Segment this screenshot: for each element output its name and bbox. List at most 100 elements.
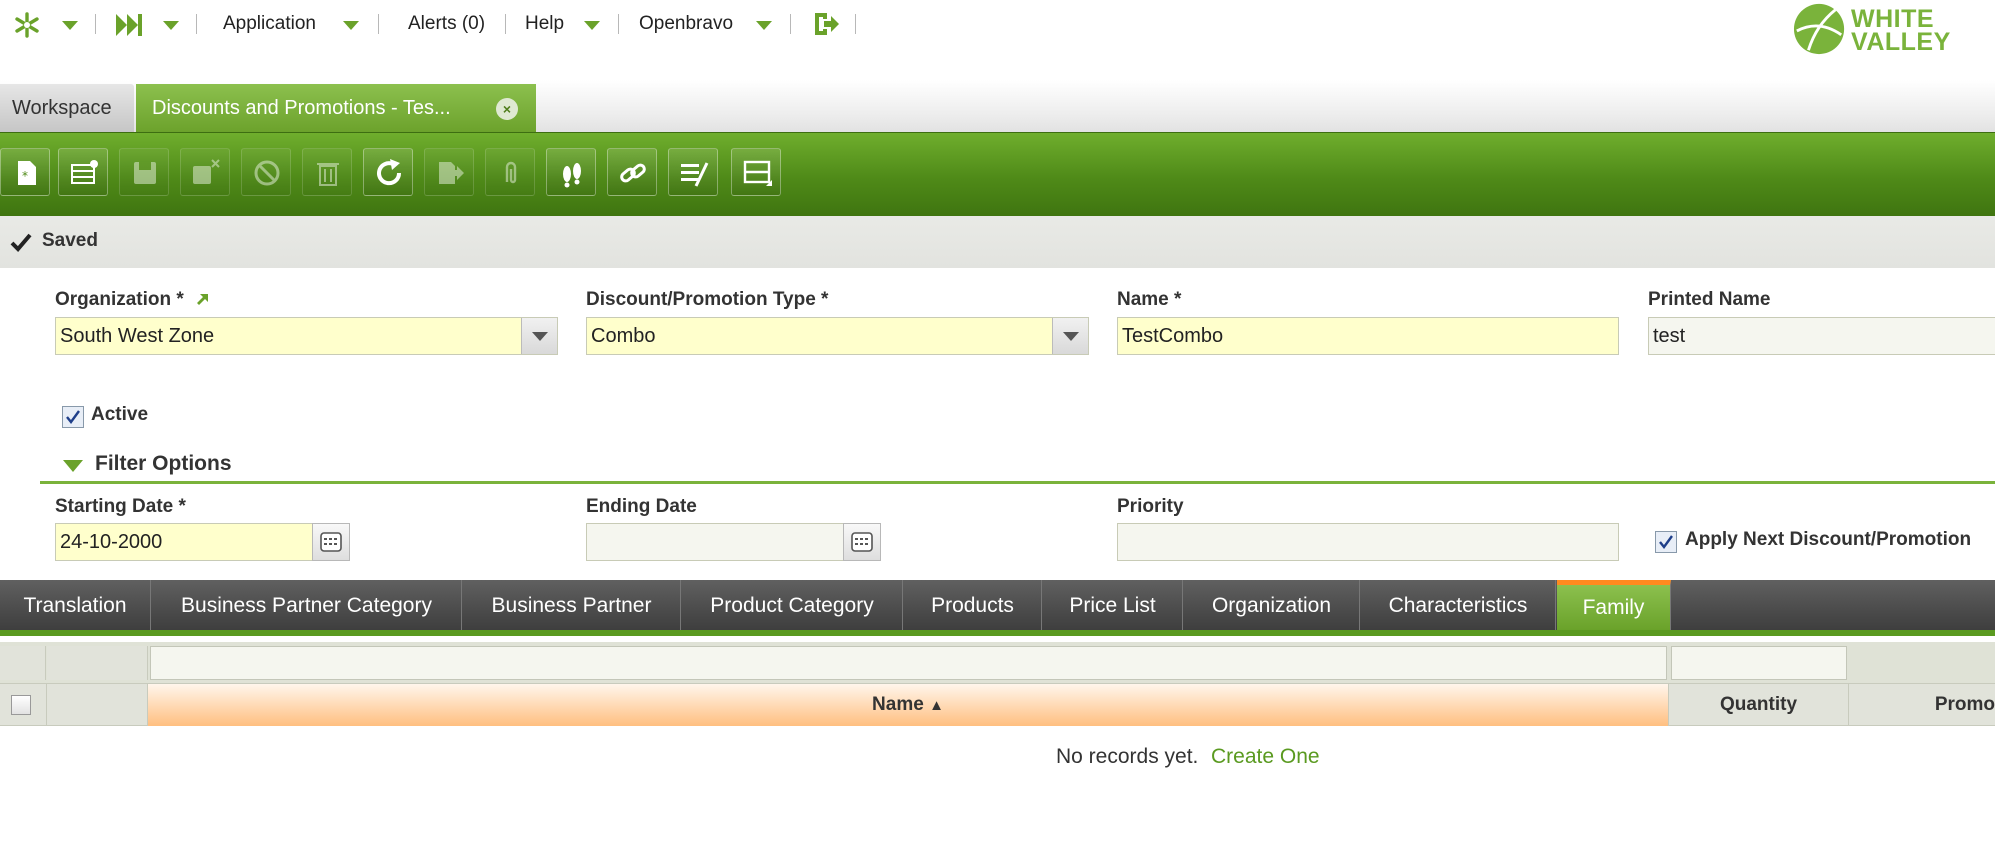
new-row-button[interactable] xyxy=(58,148,108,196)
organization-value: South West Zone xyxy=(60,325,215,347)
fast-forward-icon[interactable] xyxy=(114,12,144,38)
tab-price-list[interactable]: Price List xyxy=(1043,580,1183,630)
help-menu[interactable]: Help xyxy=(525,12,564,36)
filter-cell xyxy=(47,646,148,680)
help-dropdown-icon[interactable] xyxy=(584,21,600,30)
tab-workspace[interactable]: Workspace xyxy=(0,84,134,132)
user-menu[interactable]: Openbravo xyxy=(639,12,733,36)
user-dropdown-icon[interactable] xyxy=(756,21,772,30)
checkmark-icon xyxy=(10,231,32,253)
svg-text:*: * xyxy=(22,169,28,183)
separator xyxy=(855,14,856,34)
empty-grid-message: No records yet. xyxy=(1056,745,1199,768)
status-message: Saved xyxy=(42,230,98,251)
child-tab-bar: Translation Business Partner Category Bu… xyxy=(0,580,1995,636)
undo-button[interactable] xyxy=(241,148,291,196)
grid-filter-row xyxy=(0,642,1995,684)
new-row-icon xyxy=(71,160,98,184)
form-grid-toggle-button[interactable] xyxy=(731,148,781,196)
separator xyxy=(505,14,506,34)
tab-business-partner-category[interactable]: Business Partner Category xyxy=(152,580,462,630)
tab-organization[interactable]: Organization xyxy=(1184,580,1360,630)
refresh-button[interactable] xyxy=(363,148,413,196)
trash-icon xyxy=(317,163,339,186)
checkmark-icon xyxy=(66,410,80,424)
company-logo: WHITE VALLEY xyxy=(1793,2,1993,58)
new-document-button[interactable]: * xyxy=(0,148,50,196)
filter-cell xyxy=(0,646,46,680)
application-dropdown-icon[interactable] xyxy=(343,21,359,30)
promotion-type-label: Discount/Promotion Type * xyxy=(586,289,829,310)
filter-options-section-title[interactable]: Filter Options xyxy=(95,452,232,476)
link-icon xyxy=(620,163,646,183)
paperclip-icon xyxy=(505,161,517,184)
application-menu[interactable]: Application xyxy=(223,12,316,36)
window-tab-bar: Workspace Discounts and Promotions - Tes… xyxy=(0,80,1995,132)
tab-business-partner[interactable]: Business Partner xyxy=(463,580,681,630)
quantity-column-header[interactable]: Quantity xyxy=(1669,684,1849,726)
quantity-filter-input[interactable] xyxy=(1671,646,1847,680)
footprints-icon xyxy=(563,163,581,188)
alerts-link[interactable]: Alerts (0) xyxy=(408,12,485,36)
delete-button[interactable] xyxy=(302,148,352,196)
quick-launch-dropdown-icon[interactable] xyxy=(62,21,78,30)
save-close-icon xyxy=(193,159,220,184)
tab-product-category[interactable]: Product Category xyxy=(682,580,903,630)
select-all-checkbox[interactable] xyxy=(11,695,31,715)
organization-dropdown-icon[interactable] xyxy=(521,318,557,354)
printed-name-label: Printed Name xyxy=(1648,289,1771,310)
save-icon xyxy=(134,162,156,184)
logo-text: WHITE VALLEY xyxy=(1851,5,1951,56)
fast-forward-dropdown-icon[interactable] xyxy=(163,21,179,30)
message-bar: Saved xyxy=(0,216,1995,268)
quick-launch-icon[interactable] xyxy=(12,10,42,40)
separator xyxy=(378,14,379,34)
row-actions-column xyxy=(47,684,148,726)
separator xyxy=(618,14,619,34)
apply-next-checkbox[interactable] xyxy=(1655,531,1677,553)
sort-ascending-icon: ▲ xyxy=(929,697,944,714)
tab-characteristics[interactable]: Characteristics xyxy=(1361,580,1556,630)
ending-date-label: Ending Date xyxy=(586,496,697,517)
link-button[interactable] xyxy=(607,148,657,196)
promotion-type-field[interactable]: Combo xyxy=(586,317,1089,355)
new-document-icon: * xyxy=(18,161,36,185)
priority-field[interactable] xyxy=(1117,523,1619,561)
tools-icon xyxy=(681,162,709,187)
tab-products[interactable]: Products xyxy=(904,580,1042,630)
tools-button[interactable] xyxy=(668,148,718,196)
name-filter-input[interactable] xyxy=(150,646,1667,680)
starting-date-label: Starting Date * xyxy=(55,496,186,517)
separator xyxy=(196,14,197,34)
name-field[interactable]: TestCombo xyxy=(1117,317,1619,355)
attachment-button[interactable] xyxy=(485,148,535,196)
organization-field[interactable]: South West Zone xyxy=(55,317,558,355)
close-tab-icon[interactable]: × xyxy=(496,98,518,120)
tab-family[interactable]: Family xyxy=(1557,580,1671,630)
save-close-button[interactable] xyxy=(180,148,230,196)
name-column-header[interactable]: Name ▲ xyxy=(148,684,1669,726)
refresh-icon xyxy=(377,159,402,186)
link-arrow-icon[interactable] xyxy=(196,292,210,306)
promotion-type-dropdown-icon[interactable] xyxy=(1052,318,1088,354)
promotion-column-header[interactable]: Promo xyxy=(1849,684,1995,726)
export-button[interactable] xyxy=(424,148,474,196)
select-all-column xyxy=(0,684,47,726)
starting-date-field[interactable]: 24-10-2000 xyxy=(55,523,313,561)
create-one-link[interactable]: Create One xyxy=(1211,745,1320,769)
calendar-icon[interactable] xyxy=(843,523,881,561)
save-button[interactable] xyxy=(119,148,169,196)
tab-translation[interactable]: Translation xyxy=(0,580,151,630)
tab-title: Discounts and Promotions - Tes... xyxy=(152,97,451,119)
separator xyxy=(790,14,791,34)
printed-name-field[interactable]: test xyxy=(1648,317,1995,355)
name-label: Name * xyxy=(1117,289,1182,310)
audit-trail-button[interactable] xyxy=(546,148,596,196)
toolbar: * xyxy=(0,132,1995,216)
ending-date-field[interactable] xyxy=(586,523,844,561)
calendar-icon[interactable] xyxy=(312,523,350,561)
section-collapse-icon[interactable] xyxy=(63,460,83,472)
tab-discounts-and-promotions[interactable]: Discounts and Promotions - Tes... × xyxy=(136,84,536,132)
logout-icon[interactable] xyxy=(812,11,840,37)
active-checkbox[interactable] xyxy=(62,406,84,428)
